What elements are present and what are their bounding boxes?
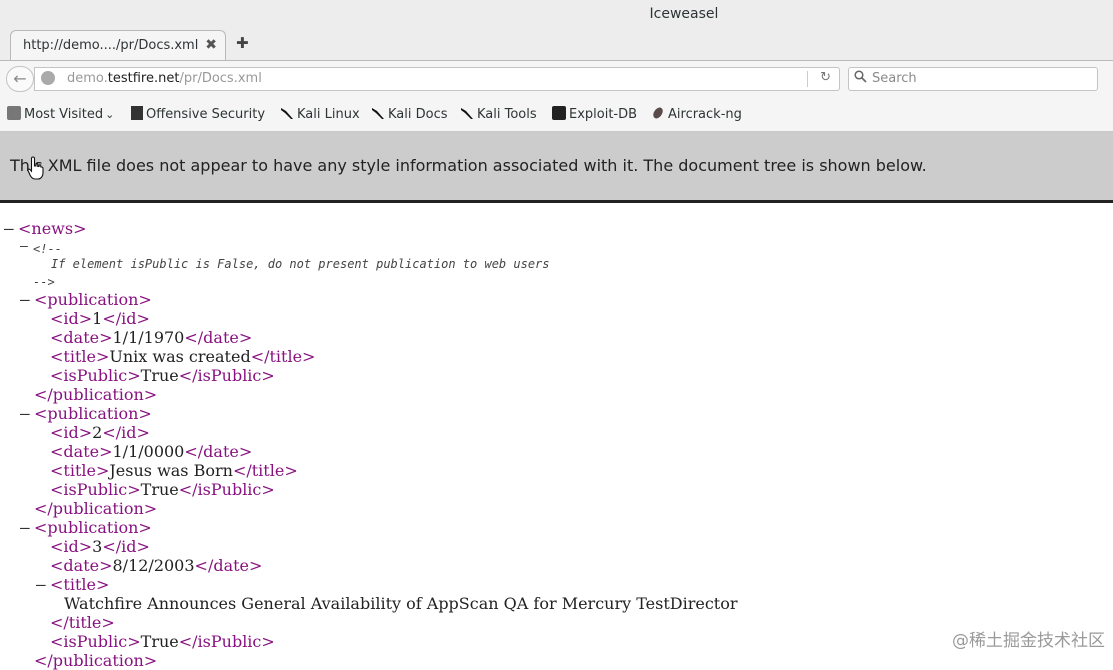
- close-icon[interactable]: ✖: [205, 37, 217, 53]
- kali-icon: [280, 106, 294, 120]
- bookmark-offensive-security[interactable]: Offensive Security: [131, 106, 265, 122]
- collapse-toggle[interactable]: –: [4, 219, 14, 238]
- xml-id-line: <id>1</id>: [50, 309, 150, 328]
- xml-publication-close: </publication>: [34, 499, 158, 518]
- xml-publication-open: <publication>: [34, 518, 152, 537]
- collapse-toggle[interactable]: –: [20, 290, 30, 309]
- search-input[interactable]: Search: [848, 67, 1098, 91]
- tab-strip: http://demo..../pr/Docs.xml ✖ ✚: [0, 28, 1113, 60]
- bookmark-kali-docs[interactable]: Kali Docs: [371, 106, 448, 122]
- xml-title-open: <title>: [50, 575, 110, 594]
- globe-icon: [41, 71, 55, 85]
- chevron-down-icon: ⌄: [105, 108, 115, 121]
- xml-date-line: <date>8/12/2003</date>: [50, 556, 263, 575]
- search-placeholder: Search: [872, 71, 917, 86]
- xml-comment-text: If element isPublic is False, do not pre…: [51, 257, 550, 271]
- tab-docs-xml[interactable]: http://demo..../pr/Docs.xml ✖: [10, 30, 226, 60]
- bookmark-most-visited[interactable]: Most Visited ⌄: [7, 106, 114, 122]
- xml-title-line: <title>Unix was created</title>: [50, 347, 316, 366]
- xml-date-line: <date>1/1/1970</date>: [50, 328, 253, 347]
- url-bar[interactable]: demo.testfire.net/pr/Docs.xml ↻: [34, 67, 840, 91]
- kali-icon: [371, 106, 385, 120]
- collapse-toggle[interactable]: –: [20, 518, 30, 537]
- nav-bar: ← demo.testfire.net/pr/Docs.xml ↻ Search: [0, 60, 1113, 96]
- xml-root-open: <news>: [18, 219, 87, 238]
- offsec-icon: [131, 106, 143, 120]
- window-title: Iceweasel: [649, 6, 719, 22]
- bookmark-exploit-db[interactable]: Exploit-DB: [552, 106, 637, 122]
- xml-ispublic-line: <isPublic>True</isPublic>: [50, 480, 275, 499]
- bookmark-kali-linux[interactable]: Kali Linux: [280, 106, 360, 122]
- bookmark-kali-tools[interactable]: Kali Tools: [460, 106, 537, 122]
- xml-info-message: This XML file does not appear to have an…: [10, 156, 927, 175]
- xml-date-line: <date>1/1/0000</date>: [50, 442, 253, 461]
- hand-cursor-icon: [27, 156, 45, 184]
- xml-tree: – <news> – <!-- If element isPublic is F…: [0, 203, 1113, 670]
- xml-publication-open: <publication>: [34, 404, 152, 423]
- new-tab-icon[interactable]: ✚: [236, 34, 249, 52]
- bookmarks-toolbar: Most Visited ⌄ Offensive Security Kali Li…: [0, 96, 1113, 132]
- exploit-db-icon: [552, 106, 566, 120]
- reload-icon[interactable]: ↻: [820, 70, 831, 85]
- bookmark-aircrack-ng[interactable]: Aircrack-ng: [651, 106, 742, 122]
- most-visited-icon: [7, 106, 21, 120]
- url-host: testfire.net: [107, 71, 180, 86]
- watermark: @稀土掘金技术社区: [952, 631, 1105, 651]
- xml-id-line: <id>3</id>: [50, 537, 150, 556]
- xml-publication-open: <publication>: [34, 290, 152, 309]
- xml-comment-close: -->: [33, 275, 55, 289]
- xml-id-line: <id>2</id>: [50, 423, 150, 442]
- xml-title-line: <title>Jesus was Born</title>: [50, 461, 298, 480]
- url-text: demo.testfire.net/pr/Docs.xml: [67, 71, 262, 86]
- search-icon: [854, 70, 867, 87]
- back-button[interactable]: ←: [6, 66, 34, 92]
- collapse-toggle[interactable]: –: [20, 404, 30, 423]
- xml-publication-close: </publication>: [34, 651, 158, 670]
- xml-ispublic-line: <isPublic>True</isPublic>: [50, 366, 275, 385]
- aircrack-icon: [651, 106, 665, 120]
- collapse-toggle[interactable]: –: [20, 239, 28, 254]
- xml-comment-open: <!--: [33, 242, 62, 256]
- window-titlebar: Iceweasel: [0, 0, 1113, 28]
- collapse-toggle[interactable]: –: [36, 575, 46, 594]
- tab-label: http://demo..../pr/Docs.xml: [23, 38, 199, 53]
- kali-icon: [460, 106, 474, 120]
- xml-ispublic-line: <isPublic>True</isPublic>: [50, 632, 275, 651]
- xml-title-close: </title>: [50, 613, 115, 632]
- url-separator: [807, 71, 808, 87]
- xml-info-banner: This XML file does not appear to have an…: [0, 132, 1113, 200]
- xml-publication-close: </publication>: [34, 385, 158, 404]
- xml-title-text: Watchfire Announces General Availability…: [64, 594, 738, 613]
